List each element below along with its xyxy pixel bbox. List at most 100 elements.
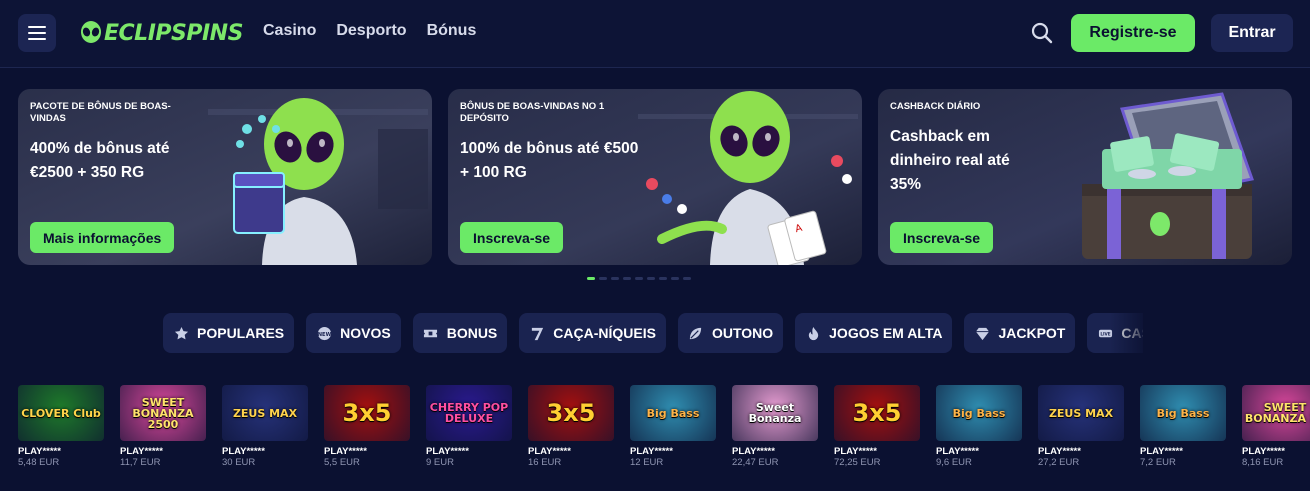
category-label: OUTONO: [711, 325, 774, 341]
game-tile[interactable]: CLOVER Club PLAY***** 5,48 EUR: [18, 385, 104, 491]
flame-icon: [805, 325, 821, 341]
category-label: JACKPOT: [998, 325, 1066, 341]
game-price: 22,47 EUR: [732, 457, 779, 468]
game-thumbnail-title: 3x5: [342, 399, 392, 427]
category-bar-fade: [1110, 313, 1150, 353]
carousel-dot[interactable]: [647, 277, 655, 280]
game-name: PLAY*****: [1038, 446, 1081, 457]
category-chip[interactable]: POPULARES: [163, 313, 295, 353]
carousel-dot[interactable]: [611, 277, 619, 280]
game-tile[interactable]: ZEUS MAX PLAY***** 30 EUR: [222, 385, 308, 491]
nav-bonus[interactable]: Bónus: [427, 22, 477, 40]
game-tile[interactable]: SWEET BONANZA 25 PLAY*****8,16 EUR: [1242, 385, 1310, 491]
promo-kicker: PACOTE DE BÔNUS DE BOAS-VINDAS: [30, 101, 171, 124]
alien-with-chest-illustration: [233, 98, 357, 265]
main-nav: Casino Desporto Bónus: [263, 22, 476, 40]
game-thumbnail[interactable]: SWEET BONANZA 2500: [120, 385, 206, 441]
nav-desporto[interactable]: Desporto: [336, 22, 406, 40]
register-button[interactable]: Registre-se: [1071, 14, 1195, 52]
game-tile[interactable]: Big Bass PLAY***** 7,2 EUR: [1140, 385, 1226, 491]
game-tile[interactable]: 3x5 PLAY***** 16 EUR: [528, 385, 614, 491]
game-price: 9,6 EUR: [936, 457, 972, 468]
category-chip[interactable]: CAÇA-NÍQUEIS: [519, 313, 666, 353]
game-thumbnail[interactable]: CLOVER Club: [18, 385, 104, 441]
site-logo[interactable]: ECLIPSPINS: [80, 18, 243, 48]
game-tile[interactable]: ZEUS MAX PLAY***** 27,2 EUR: [1038, 385, 1124, 491]
carousel-dot[interactable]: [599, 277, 607, 280]
login-button[interactable]: Entrar: [1211, 14, 1293, 52]
game-name: PLAY*****: [834, 446, 877, 457]
game-price: 5,5 EUR: [324, 457, 360, 468]
category-label: JOGOS EM ALTA: [829, 325, 943, 341]
promo-kicker: BÔNUS DE BOAS-VINDAS NO 1 DEPÓSITO: [460, 101, 605, 124]
game-thumbnail[interactable]: 3x5: [834, 385, 920, 441]
game-thumbnail[interactable]: CHERRY POP DELUXE: [426, 385, 512, 441]
leaf-icon: [688, 325, 704, 341]
game-name: PLAY*****: [222, 446, 265, 457]
carousel-dot[interactable]: [659, 277, 667, 280]
game-thumbnail-title: Big Bass: [952, 406, 1006, 420]
ticket-icon: [423, 325, 439, 341]
game-tile[interactable]: Sweet Bonanza PLAY***** 22,47 EUR: [732, 385, 818, 491]
game-thumbnail-title: 3x5: [852, 399, 902, 427]
game-thumbnail[interactable]: SWEET BONANZA 25: [1242, 385, 1310, 441]
game-price: 8,16 EUR: [1242, 457, 1284, 468]
category-chip[interactable]: NEW NOVOS: [306, 313, 401, 353]
promo-title: 400% de bônus até €2500 + 350 RG: [30, 140, 170, 181]
hamburger-menu-button[interactable]: [18, 14, 56, 52]
promo-card-welcome-package[interactable]: PACOTE DE BÔNUS DE BOAS-VINDAS 400% de b…: [18, 89, 432, 265]
carousel-dot[interactable]: [623, 277, 631, 280]
nav-casino[interactable]: Casino: [263, 22, 316, 40]
new-badge-icon: NEW: [316, 325, 332, 341]
alien-logo-icon: [81, 21, 101, 43]
game-tile[interactable]: 3x5 PLAY***** 5,5 EUR: [324, 385, 410, 491]
game-thumbnail[interactable]: Big Bass: [936, 385, 1022, 441]
game-thumbnail[interactable]: ZEUS MAX: [222, 385, 308, 441]
game-tile[interactable]: Big Bass PLAY***** 9,6 EUR: [936, 385, 1022, 491]
game-name: PLAY*****: [120, 446, 163, 457]
game-tile[interactable]: SWEET BONANZA 2500 PLAY***** 11,7 EUR: [120, 385, 206, 491]
game-thumbnail[interactable]: Sweet Bonanza: [732, 385, 818, 441]
top-header: ECLIPSPINS Casino Desporto Bónus Registr…: [0, 0, 1310, 68]
game-thumbnail[interactable]: Big Bass: [1140, 385, 1226, 441]
category-chip[interactable]: OUTONO: [677, 313, 784, 353]
category-chip[interactable]: JOGOS EM ALTA: [795, 313, 953, 353]
game-name: PLAY*****: [1242, 446, 1285, 457]
promo-card-cashback[interactable]: CASHBACK DIÁRIO Cashback em dinheiro rea…: [878, 89, 1292, 265]
star-icon: [173, 325, 189, 341]
game-price: 7,2 EUR: [1140, 457, 1176, 468]
sign-up-button[interactable]: Inscreva-se: [890, 222, 994, 253]
carousel-dot[interactable]: [587, 277, 595, 280]
game-price: 30 EUR: [222, 457, 256, 468]
game-thumbnail-title: Big Bass: [646, 406, 700, 420]
carousel-dot[interactable]: [671, 277, 679, 280]
game-thumbnail-title: ZEUS MAX: [232, 406, 298, 420]
game-name: PLAY*****: [732, 446, 775, 457]
category-chip[interactable]: JACKPOT: [964, 313, 1076, 353]
category-chip[interactable]: BONUS: [412, 313, 508, 353]
category-label: NOVOS: [340, 325, 391, 341]
game-thumbnail[interactable]: ZEUS MAX: [1038, 385, 1124, 441]
game-thumbnail[interactable]: 3x5: [528, 385, 614, 441]
promo-title: 100% de bônus até €500 + 100 RG: [460, 140, 639, 181]
carousel-dots: [587, 277, 691, 280]
promo-card-first-deposit[interactable]: A BÔNUS DE BOAS-VINDAS NO 1 DEPÓSITO 100…: [448, 89, 862, 265]
category-label: BONUS: [446, 325, 498, 341]
sign-up-button[interactable]: Inscreva-se: [460, 222, 564, 253]
diamond-icon: [974, 325, 990, 341]
menu-icon-bar: [28, 32, 46, 34]
game-name: PLAY*****: [630, 446, 673, 457]
game-tile[interactable]: Big Bass PLAY***** 12 EUR: [630, 385, 716, 491]
carousel-dot[interactable]: [635, 277, 643, 280]
game-tile[interactable]: 3x5 PLAY***** 72,25 EUR: [834, 385, 920, 491]
carousel-dot[interactable]: [683, 277, 691, 280]
game-thumbnail[interactable]: Big Bass: [630, 385, 716, 441]
more-info-button[interactable]: Mais informações: [30, 222, 175, 253]
logo-text: ECLIPSPINS: [104, 20, 243, 46]
game-thumbnail-title: CHERRY POP DELUXE: [429, 401, 509, 425]
game-tile[interactable]: CHERRY POP DELUXE PLAY***** 9 EUR: [426, 385, 512, 491]
search-icon[interactable]: [1031, 22, 1053, 44]
promo-title: Cashback em dinheiro real até 35%: [890, 128, 1010, 193]
menu-icon-bar: [28, 26, 46, 28]
game-thumbnail[interactable]: 3x5: [324, 385, 410, 441]
